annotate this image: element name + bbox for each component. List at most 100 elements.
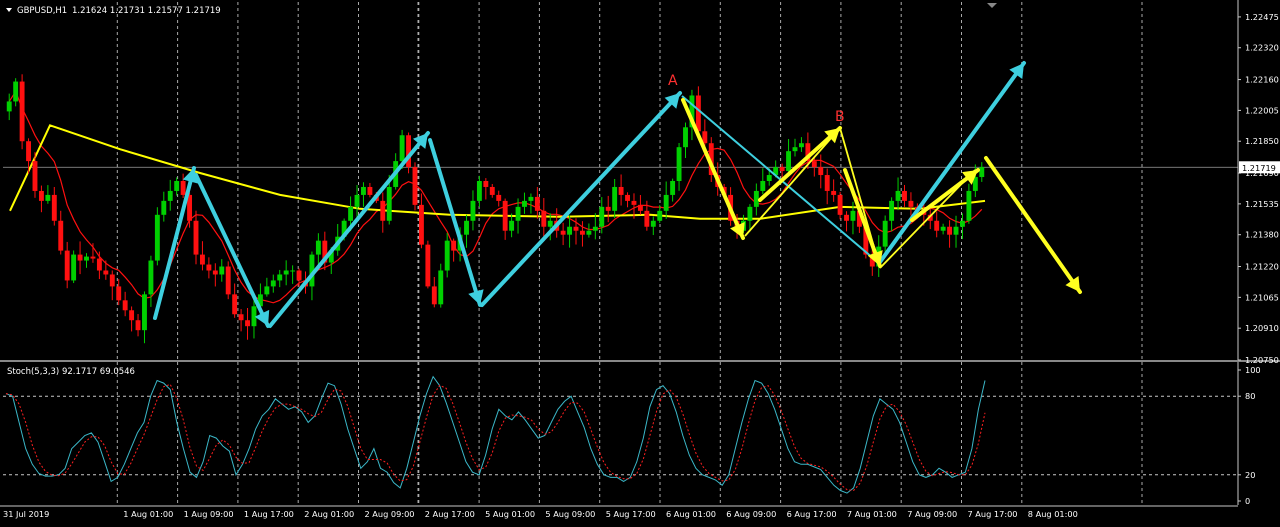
candle-body: [45, 194, 51, 201]
annotation-a: A: [668, 73, 678, 89]
candle-body: [560, 230, 566, 235]
candle-body: [84, 256, 89, 261]
annotation-b: B: [835, 109, 845, 125]
candle-body: [90, 256, 96, 259]
candle-body: [476, 181, 482, 201]
symbol-timeframe: GBPUSD,H1: [17, 6, 67, 16]
candle-body: [283, 270, 289, 275]
candle-body: [760, 181, 766, 191]
candle-body: [315, 240, 321, 255]
candle-body: [541, 210, 547, 227]
candle-body: [438, 270, 444, 305]
candle-body: [515, 206, 521, 221]
candle-body: [96, 258, 102, 271]
stoch-level-label: 100: [1245, 365, 1261, 375]
candle-body: [766, 175, 772, 181]
candle-body: [908, 200, 914, 207]
time-label: 2 Aug 01:00: [304, 509, 354, 519]
candle-body: [580, 230, 585, 235]
candle-body: [792, 147, 798, 152]
candle-body: [58, 220, 64, 251]
candle-body: [13, 81, 19, 102]
candle-body: [818, 167, 824, 176]
candle-body: [960, 220, 965, 227]
candle-body: [644, 210, 650, 227]
candle-body: [895, 190, 901, 201]
mt4-chart[interactable]: 31 Jul 2019 1 Aug 01:00 1 Aug 09:00 1 Aug 1…: [0, 0, 1280, 523]
candle-body: [798, 143, 804, 148]
candle-body: [142, 294, 147, 331]
candle-body: [509, 220, 515, 231]
candle-body: [489, 186, 495, 195]
price-tick-label: 1.22160: [1245, 75, 1279, 85]
candle-body: [122, 300, 128, 311]
candle-body: [380, 200, 386, 221]
time-label: 5 Aug 01:00: [485, 509, 535, 519]
candle-body: [618, 186, 624, 195]
candle-body: [676, 147, 682, 181]
candle-body: [277, 274, 283, 281]
candle-body: [161, 200, 167, 215]
time-label: 8 Aug 01:00: [1028, 509, 1078, 519]
time-label: 1 Aug 09:00: [184, 509, 234, 519]
candle-body: [811, 161, 817, 168]
candle-body: [51, 194, 57, 221]
time-label: 7 Aug 01:00: [847, 509, 897, 519]
candle-body: [399, 135, 405, 162]
time-label: 1 Aug 01:00: [123, 509, 173, 519]
candle-body: [270, 280, 276, 287]
candle-body: [657, 210, 663, 221]
candle-body: [135, 320, 141, 331]
time-label: 7 Aug 17:00: [968, 509, 1018, 519]
candle-body: [6, 101, 12, 112]
candle-body: [245, 320, 250, 327]
candle-body: [225, 266, 231, 295]
price-tick-label: 1.21850: [1245, 136, 1279, 146]
price-tick-label: 1.22475: [1245, 12, 1279, 22]
candle-body: [180, 181, 186, 195]
candle-body: [71, 254, 77, 281]
candle-body: [522, 200, 527, 207]
candle-body: [483, 181, 489, 187]
time-label: 5 Aug 17:00: [606, 509, 656, 519]
candle-body: [902, 190, 907, 201]
time-label: 6 Aug 09:00: [726, 509, 776, 519]
candle-body: [947, 226, 953, 235]
time-label: 2 Aug 09:00: [365, 509, 415, 519]
price-tick-label: 1.20910: [1245, 323, 1279, 333]
chart-canvas[interactable]: 31 Jul 2019 1 Aug 01:00 1 Aug 09:00 1 Aug 1…: [0, 0, 1280, 523]
price-tick-label: 1.21065: [1245, 292, 1279, 302]
candle-body: [444, 240, 450, 271]
price-tick-label: 1.21380: [1245, 230, 1279, 240]
candle-body: [747, 206, 753, 221]
time-label: 5 Aug 09:00: [545, 509, 595, 519]
candle-body: [605, 206, 611, 211]
candle-body: [451, 240, 457, 251]
candle-body: [599, 206, 605, 227]
candle-body: [367, 186, 373, 195]
candle-body: [940, 226, 946, 231]
candle-body: [38, 190, 44, 201]
candle-body: [844, 214, 849, 221]
candle-body: [26, 141, 31, 162]
candle-body: [148, 260, 154, 295]
candle-body: [470, 200, 476, 221]
candle-body: [348, 206, 354, 221]
candle-body: [296, 270, 302, 281]
candle-body: [232, 294, 238, 315]
candle-body: [534, 196, 540, 211]
candle-body: [979, 167, 985, 178]
time-label: 6 Aug 01:00: [666, 509, 716, 519]
candle-body: [116, 286, 122, 301]
candle-body: [199, 254, 205, 265]
candle-body: [129, 310, 135, 321]
price-tick-label: 1.21535: [1245, 199, 1279, 209]
candle-body: [625, 194, 630, 201]
candle-body: [425, 244, 431, 287]
candle-body: [683, 127, 688, 148]
candle-body: [612, 186, 618, 211]
candle-body: [882, 220, 888, 247]
candle-body: [663, 194, 669, 211]
time-label: 2 Aug 17:00: [425, 509, 475, 519]
candle-body: [251, 306, 257, 327]
